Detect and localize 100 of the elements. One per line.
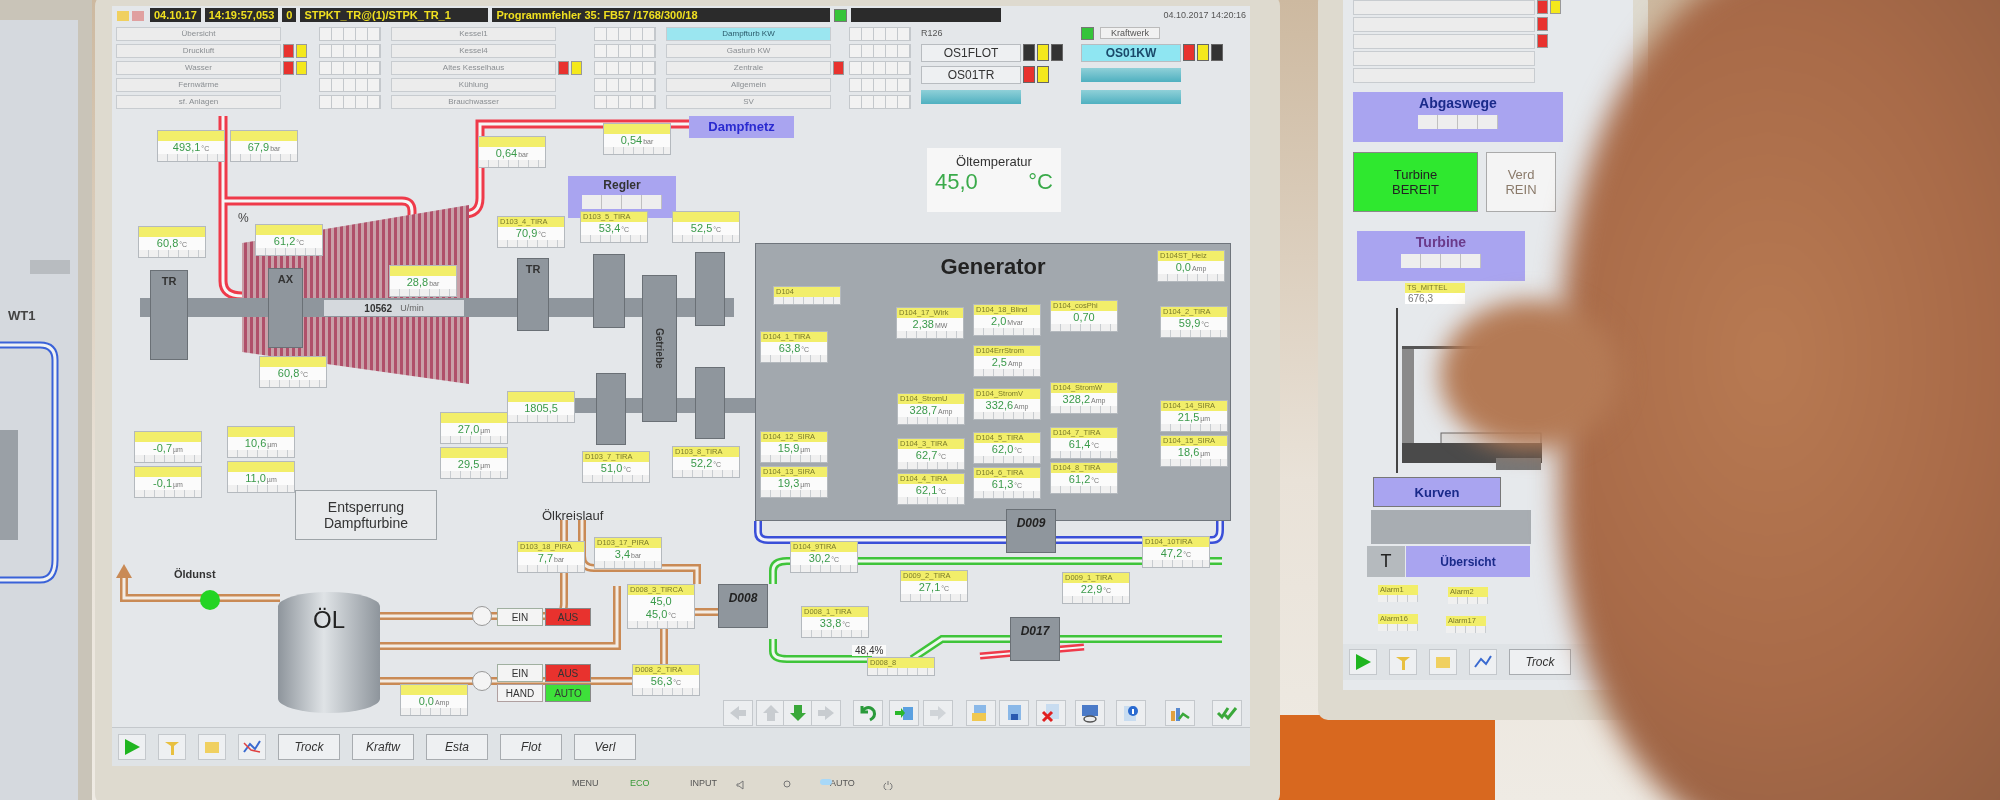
pump-mode-button[interactable]: AUTO (545, 684, 591, 702)
indicator-strip (791, 565, 857, 572)
indicator-strip (849, 43, 911, 58)
indicator-strip (849, 60, 911, 75)
node-block: D009 (1006, 509, 1056, 553)
folder-icon (116, 8, 146, 22)
area-button[interactable]: SV (666, 94, 831, 109)
pump-mode-button[interactable]: AUS (545, 664, 591, 682)
tag-value: 45,0 (650, 595, 672, 608)
tool-button[interactable] (1389, 649, 1417, 675)
area-button[interactable] (1353, 33, 1535, 49)
indicator-strip (594, 94, 656, 109)
tag-value: 7,7 (537, 552, 554, 565)
indicator-strip (390, 289, 456, 296)
area-button[interactable]: Gasturb KW (666, 43, 831, 58)
indicator-strip (974, 456, 1040, 463)
delete-button[interactable] (1036, 700, 1066, 726)
area-button[interactable]: Dampfturb KW (666, 26, 831, 41)
save-button[interactable] (999, 700, 1029, 726)
tag-value: 29,5 (457, 458, 480, 471)
gearbox-label: Getriebe (654, 328, 665, 369)
nav-button[interactable]: Esta (426, 734, 488, 760)
area-button[interactable]: Kühlung (391, 77, 556, 92)
play-button[interactable] (1349, 649, 1377, 675)
area-button[interactable]: Fernwärme (116, 77, 281, 92)
overview-button[interactable]: Übersicht (1406, 546, 1530, 577)
area-button[interactable]: Übersicht (116, 26, 281, 41)
unit-button[interactable]: OS1FLOT (921, 43, 1021, 62)
unit-button[interactable]: OS01TR (921, 65, 1021, 84)
pump-mode-button[interactable]: EIN (497, 608, 543, 626)
panel-title: Abgaswege (1419, 95, 1497, 111)
pump-icon (472, 606, 492, 626)
indicator-strip (319, 77, 381, 92)
machine-block: TR (517, 258, 549, 331)
monitor-button[interactable] (1075, 700, 1105, 726)
area-button[interactable] (1353, 67, 1535, 83)
folder-button[interactable] (198, 734, 226, 760)
unit-button[interactable]: OS01KW (1081, 43, 1181, 62)
tag-value: 2,0 (991, 315, 1007, 328)
area-button[interactable]: Allgemein (666, 77, 831, 92)
pump-mode-button[interactable]: HAND (497, 684, 543, 702)
tag-value: 2,5 (991, 356, 1007, 369)
panel-title: Regler (603, 178, 641, 192)
tool-button[interactable] (158, 734, 186, 760)
tag-value: 15,9 (777, 442, 800, 455)
indicator-strip (135, 490, 201, 497)
left-arrow-button[interactable] (723, 700, 753, 726)
trend-button[interactable] (1469, 649, 1497, 675)
indicator-strip (319, 94, 381, 109)
info-button[interactable] (1116, 700, 1146, 726)
check-button[interactable] (1212, 700, 1242, 726)
nav-button[interactable]: Kraftw (352, 734, 414, 760)
down-arrow-button[interactable] (783, 700, 813, 726)
indicator-strip (1161, 459, 1227, 466)
nav-button[interactable]: Verl (574, 734, 636, 760)
tag-value: 0,0 (418, 695, 434, 708)
folder-button[interactable] (1429, 649, 1457, 675)
right-arrow-button[interactable] (811, 700, 841, 726)
tag-value: 11,0 (245, 472, 266, 485)
steam-net-button[interactable]: Dampfnetz (689, 116, 794, 138)
trend-button[interactable] (238, 734, 266, 760)
area-button[interactable]: sf. Anlagen (116, 94, 281, 109)
play-button[interactable] (118, 734, 146, 760)
trend-chart-icon (243, 738, 261, 756)
status-text: BEREIT (1392, 182, 1439, 197)
date-display: 04.10.17 (150, 8, 201, 22)
pump-mode-button[interactable]: EIN (497, 664, 543, 682)
label-bar (228, 427, 294, 437)
area-button[interactable]: Brauchwasser (391, 94, 556, 109)
percent-label: % (238, 211, 249, 225)
indicator-strip (594, 26, 656, 41)
indicator-strip (319, 26, 381, 41)
indicator-strip (595, 561, 661, 568)
nav-button[interactable]: Trock (1509, 649, 1571, 675)
pump-mode-button[interactable]: AUS (545, 608, 591, 626)
nav-button[interactable]: Trock (278, 734, 340, 760)
play-icon (123, 738, 141, 756)
area-button[interactable] (1353, 16, 1535, 32)
chart-button[interactable] (1165, 700, 1195, 726)
monitor-icon (1079, 703, 1101, 723)
area-button[interactable]: Wasser (116, 60, 281, 75)
up-arrow-button[interactable] (756, 700, 786, 726)
area-button[interactable] (1353, 0, 1535, 15)
area-button[interactable]: Kessel4 (391, 43, 556, 58)
area-button[interactable]: Druckluft (116, 43, 281, 58)
label-bar (231, 131, 297, 141)
area-button[interactable]: Zentrale (666, 60, 831, 75)
label-bar (158, 131, 224, 141)
undo-arrow-button[interactable] (853, 700, 883, 726)
area-button[interactable]: Kessel1 (391, 26, 556, 41)
curves-button[interactable]: Kurven (1373, 477, 1501, 507)
label-bar (673, 212, 739, 222)
tag-value: 61,2 (1068, 473, 1091, 486)
import-button[interactable] (889, 700, 919, 726)
release-button[interactable]: Entsperrung Dampfturbine (295, 490, 437, 540)
forward-arrow-button[interactable] (923, 700, 953, 726)
tag-value: 0,54 (620, 134, 643, 147)
area-button[interactable] (1353, 50, 1535, 66)
nav-button[interactable]: Flot (500, 734, 562, 760)
area-button[interactable]: Altes Kesselhaus (391, 60, 556, 75)
